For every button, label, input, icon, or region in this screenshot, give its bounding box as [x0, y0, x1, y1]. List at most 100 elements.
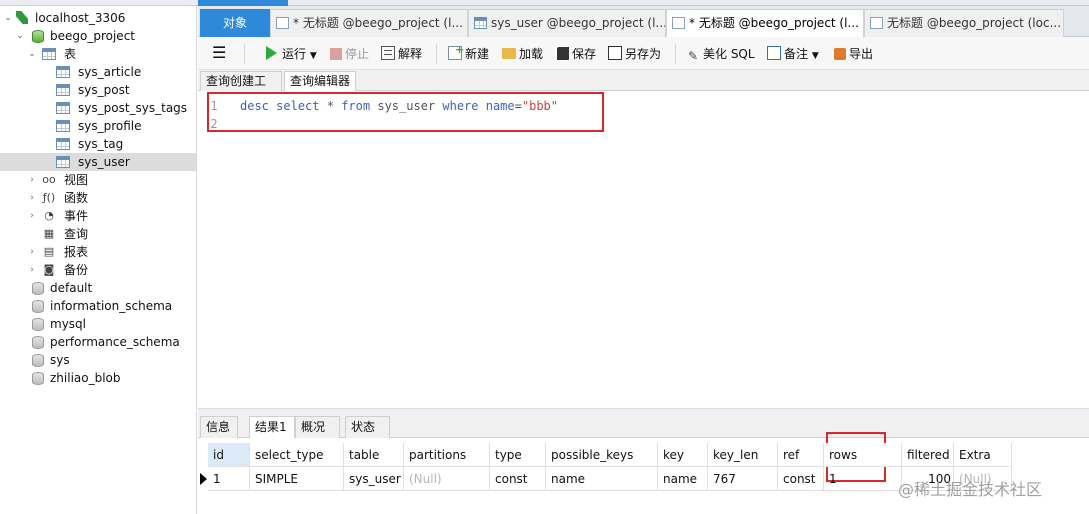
tree-folder-item[interactable]: › ◔ 事件 [0, 207, 196, 225]
export-icon [834, 48, 846, 60]
tree-tables-folder[interactable]: ⌄ 表 [0, 45, 196, 63]
column-header[interactable]: Extra [954, 443, 1012, 467]
tab-query-2[interactable]: 无标题 @beego_project (loc... [864, 9, 1064, 37]
new-button[interactable]: + 新建 [448, 44, 489, 64]
run-button[interactable]: 运行 ▼ [266, 44, 317, 64]
tab-objects[interactable]: 对象 [200, 9, 270, 37]
save-as-button[interactable]: 另存为 [608, 44, 661, 64]
tab-query-active[interactable]: * 无标题 @beego_project (l... [666, 9, 864, 37]
column-header[interactable]: type [490, 443, 546, 467]
tree-table-item[interactable]: sys_profile [0, 117, 196, 135]
tab-query-builder[interactable]: 查询创建工具 [200, 71, 282, 107]
tree-database[interactable]: ⌄ beego_project [0, 27, 196, 45]
editor-mode-tabs: 查询创建工具 查询编辑器 [198, 70, 1089, 107]
expand-arrow-icon[interactable]: › [27, 243, 37, 261]
tab-info[interactable]: 信息 [200, 416, 238, 438]
table-label: sys_profile [78, 119, 142, 133]
tree-table-item[interactable]: sys_article [0, 63, 196, 81]
tab-label: * 无标题 @beego_project (l... [293, 16, 463, 30]
sql-editor[interactable]: 1 2 desc select * from sys_user where na… [198, 91, 1089, 408]
tab-status[interactable]: 状态 [345, 416, 390, 438]
explain-button[interactable]: 解释 [381, 44, 422, 64]
table-cell[interactable]: SIMPLE [250, 467, 344, 491]
expand-arrow-icon[interactable]: ⌄ [3, 9, 13, 27]
table-cell[interactable]: const [778, 467, 824, 491]
table-cell[interactable]: name [546, 467, 658, 491]
beautify-label: 美化 SQL [703, 47, 755, 61]
tree-folder-item[interactable]: ▦ 查询 [0, 225, 196, 243]
load-button[interactable]: 加载 [502, 44, 543, 64]
dropdown-arrow-icon[interactable]: ▼ [812, 51, 819, 61]
snippet-button[interactable]: 备注 ▼ [767, 44, 819, 64]
tree-database-item[interactable]: default [0, 279, 196, 297]
tree-database-item[interactable]: mysql [0, 315, 196, 333]
dropdown-arrow-icon[interactable]: ▼ [310, 51, 317, 61]
tree-database-item[interactable]: sys [0, 351, 196, 369]
expand-arrow-icon[interactable]: ⌄ [15, 27, 25, 45]
tree-table-item[interactable]: sys_user [0, 153, 196, 171]
stop-button[interactable]: 停止 [330, 44, 369, 64]
tab-profile[interactable]: 概况 [295, 416, 340, 438]
expand-arrow-icon[interactable]: › [27, 171, 37, 189]
beautify-sql-button[interactable]: ✎ 美化 SQL [686, 44, 755, 64]
export-button[interactable]: 导出 [834, 44, 873, 64]
event-icon: ◔ [44, 209, 54, 222]
save-icon [555, 46, 569, 60]
database-label: beego_project [50, 29, 135, 43]
tree-folder-item[interactable]: › ◙ 备份 [0, 261, 196, 279]
tree-connection[interactable]: ⌄ localhost_3306 [0, 9, 196, 27]
menu-icon[interactable]: ☰ [212, 44, 226, 64]
tab-label: 无标题 @beego_project (loc... [887, 16, 1062, 30]
table-cell[interactable]: 1 [208, 467, 250, 491]
tab-sys-user[interactable]: sys_user @beego_project (l... [468, 9, 666, 37]
column-header[interactable]: table [344, 443, 404, 467]
table-cell[interactable]: (Null) [404, 467, 490, 491]
column-header[interactable]: filtered [902, 443, 954, 467]
navicat-window: ⌄ localhost_3306 ⌄ beego_project ⌄ 表 sys… [0, 0, 1089, 514]
table-cell[interactable]: name [658, 467, 708, 491]
query-icon [276, 17, 289, 29]
tree-database-item[interactable]: information_schema [0, 297, 196, 315]
column-header[interactable]: id [208, 443, 250, 467]
tree-folder-item[interactable]: › ▤ 报表 [0, 243, 196, 261]
tree-folder-item[interactable]: › oo 视图 [0, 171, 196, 189]
folder-label: 视图 [64, 173, 89, 187]
table-icon [474, 17, 487, 29]
tree-folder-item[interactable]: › ƒ() 函数 [0, 189, 196, 207]
table-icon [56, 120, 70, 132]
table-cell[interactable]: 1 [824, 467, 902, 491]
column-header[interactable]: ref [778, 443, 824, 467]
new-label: 新建 [465, 47, 490, 61]
tree-table-item[interactable]: sys_post_sys_tags [0, 99, 196, 117]
save-as-label: 另存为 [625, 47, 662, 61]
table-cell[interactable]: const [490, 467, 546, 491]
table-cell[interactable]: sys_user [344, 467, 404, 491]
tab-query-1[interactable]: * 无标题 @beego_project (l... [270, 9, 468, 37]
expand-arrow-icon[interactable]: ⌄ [27, 45, 37, 63]
tree-table-item[interactable]: sys_post [0, 81, 196, 99]
tree-database-item[interactable]: performance_schema [0, 333, 196, 351]
tree-table-item[interactable]: sys_tag [0, 135, 196, 153]
column-header[interactable]: rows [824, 443, 902, 467]
play-icon [266, 46, 277, 60]
tab-result-1[interactable]: 结果1 [249, 416, 295, 438]
database-icon [32, 300, 44, 313]
database-icon [32, 372, 44, 385]
column-header[interactable]: possible_keys [546, 443, 658, 467]
table-label: sys_user [78, 155, 130, 169]
column-header[interactable]: partitions [404, 443, 490, 467]
tab-query-editor[interactable]: 查询编辑器 [284, 71, 356, 91]
column-header[interactable]: key_len [708, 443, 778, 467]
column-header[interactable]: select_type [250, 443, 344, 467]
expand-arrow-icon[interactable]: › [27, 189, 37, 207]
save-label: 保存 [572, 47, 597, 61]
stop-icon [330, 48, 342, 60]
column-header[interactable]: key [658, 443, 708, 467]
expand-arrow-icon[interactable]: › [27, 207, 37, 225]
database-label: sys [50, 353, 70, 367]
toolbar-separator [436, 44, 437, 64]
tree-database-item[interactable]: zhiliao_blob [0, 369, 196, 387]
expand-arrow-icon[interactable]: › [27, 261, 37, 279]
save-button[interactable]: 保存 [555, 44, 596, 64]
table-cell[interactable]: 767 [708, 467, 778, 491]
